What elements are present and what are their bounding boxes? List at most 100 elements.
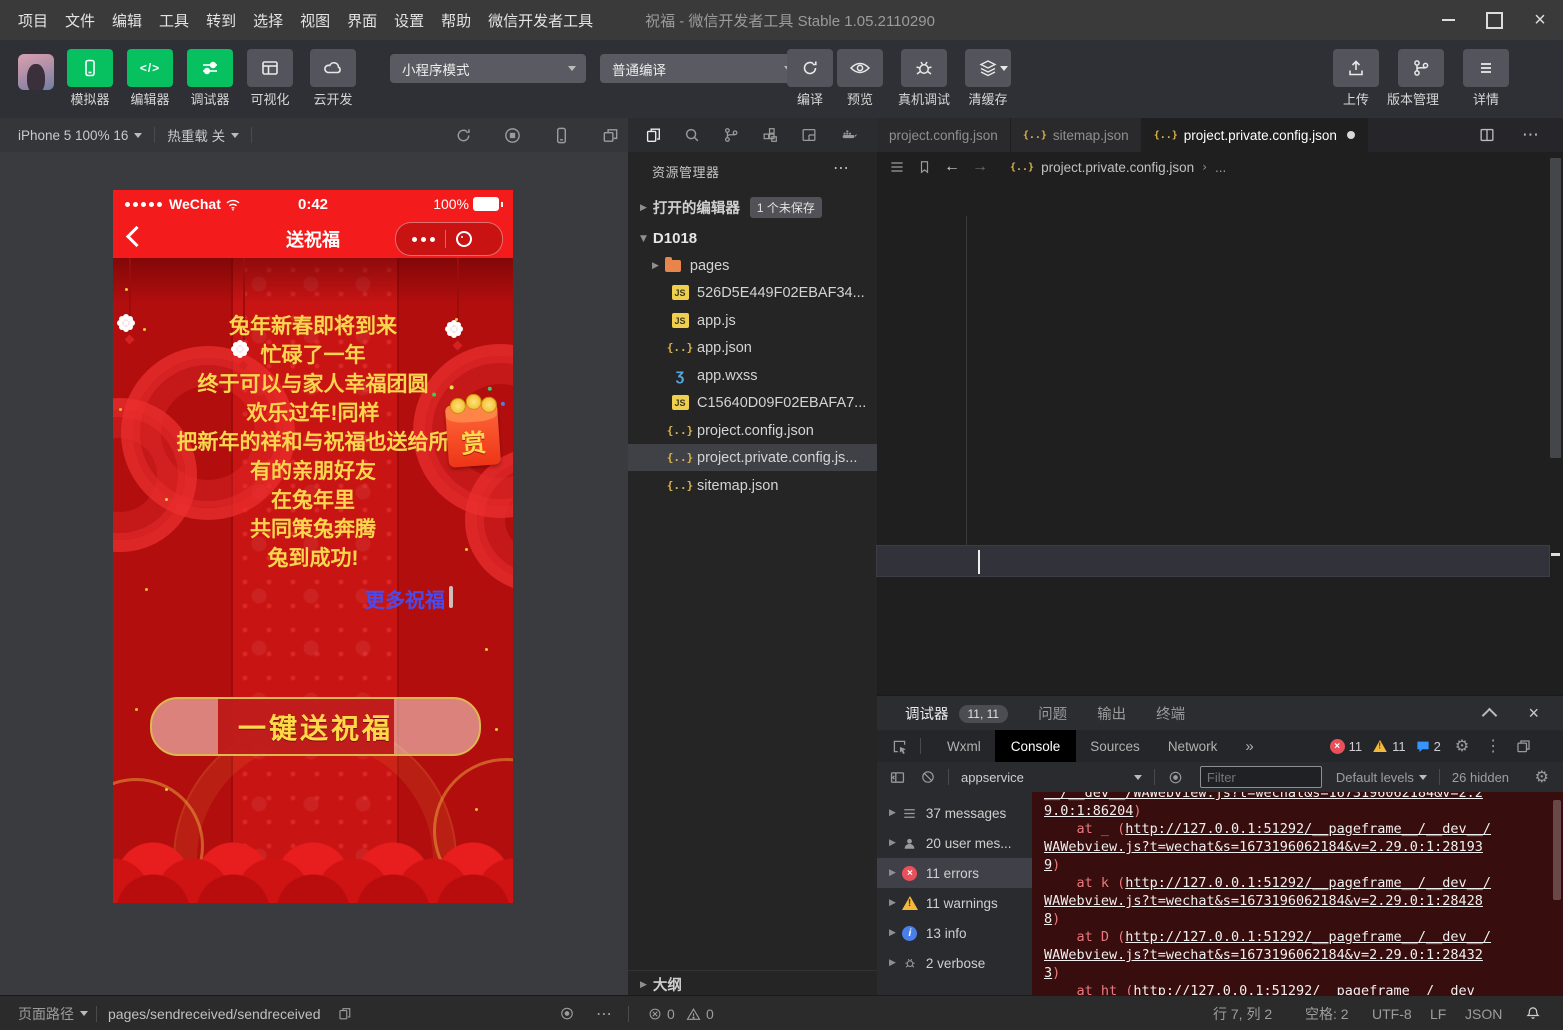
problems-errors[interactable]: 0: [648, 996, 675, 1030]
inspect-icon[interactable]: [891, 738, 908, 755]
search-icon[interactable]: [683, 126, 701, 144]
file-row[interactable]: JS app.js: [628, 307, 877, 334]
stack-link[interactable]: http://127.0.0.1:51292/__pageframe__/__d…: [1133, 983, 1474, 995]
menu-interface[interactable]: 界面: [347, 10, 377, 31]
dock-side-icon[interactable]: [1515, 738, 1532, 755]
devtools-tab-console[interactable]: Console: [995, 730, 1077, 762]
menu-edit[interactable]: 编辑: [112, 10, 142, 31]
file-row[interactable]: {..} app.json: [628, 334, 877, 361]
warning-count[interactable]: 11: [1372, 739, 1406, 754]
copy-icon[interactable]: [337, 996, 352, 1030]
file-row-selected[interactable]: {..} project.private.config.js...: [628, 444, 877, 471]
devtools-tab-wxml[interactable]: Wxml: [947, 739, 981, 754]
clear-cache-button[interactable]: [965, 49, 1011, 87]
stop-icon[interactable]: [503, 126, 522, 145]
tab-project-config[interactable]: project.config.json: [877, 118, 1011, 152]
menu-goto[interactable]: 转到: [206, 10, 236, 31]
phone-simulator[interactable]: WeChat 0:42 100% 送祝福: [113, 190, 513, 903]
stack-link[interactable]: http://127.0.0.1:51292/__pageframe__/__d…: [1125, 875, 1491, 891]
tab-debugger[interactable]: 调试器: [905, 703, 949, 724]
stack-link[interactable]: 3: [1044, 965, 1052, 981]
details-button[interactable]: [1463, 49, 1509, 87]
sidebar-toggle-icon[interactable]: [889, 769, 906, 786]
console-filter-input[interactable]: [1200, 766, 1322, 788]
capsule-menu[interactable]: [395, 222, 503, 256]
hot-reload-toggle[interactable]: 热重载 关: [167, 125, 225, 145]
list-icon[interactable]: [889, 159, 905, 175]
more-actions-icon[interactable]: ⋯: [833, 158, 849, 178]
console-group-messages[interactable]: ▶ 37 messages: [877, 798, 1032, 828]
stack-link[interactable]: http://127.0.0.1:51292/__pageframe__/__d…: [1125, 929, 1491, 945]
collapse-panel-icon[interactable]: [1482, 708, 1498, 724]
files-icon[interactable]: [644, 126, 662, 144]
minimize-button[interactable]: [1425, 0, 1471, 40]
clear-console-icon[interactable]: [920, 769, 936, 785]
close-panel-icon[interactable]: ×: [1528, 703, 1539, 724]
console-group-user[interactable]: ▶ 20 user mes...: [877, 828, 1032, 858]
editor-layout-icon[interactable]: [800, 126, 818, 144]
page-path-value[interactable]: pages/sendreceived/sendreceived: [108, 996, 320, 1030]
problems-warnings[interactable]: 0: [686, 996, 714, 1030]
file-row-pages[interactable]: ▶ pages: [628, 252, 877, 279]
more-dots-icon[interactable]: [412, 237, 435, 242]
menu-help[interactable]: 帮助: [441, 10, 471, 31]
file-row[interactable]: JS C15640D09F02EBAFA7...: [628, 389, 877, 416]
simulator-button[interactable]: [67, 49, 113, 87]
page-path-select[interactable]: 页面路径: [18, 996, 88, 1030]
device-select[interactable]: iPhone 5 100% 16: [18, 128, 128, 143]
menu-tools[interactable]: 工具: [159, 10, 189, 31]
visual-button[interactable]: [247, 49, 293, 87]
breadcrumb-file[interactable]: project.private.config.json: [1041, 160, 1194, 175]
stack-link[interactable]: 9: [1044, 857, 1052, 873]
red-envelope[interactable]: 赏: [445, 402, 501, 467]
more-blessings-link[interactable]: 更多祝福: [365, 584, 445, 613]
compile-button[interactable]: [787, 49, 833, 87]
bookmark-icon[interactable]: [917, 159, 932, 175]
exit-target-icon[interactable]: [456, 231, 472, 247]
mode-select[interactable]: 小程序模式: [390, 54, 586, 83]
gear-icon[interactable]: ⚙: [1455, 736, 1469, 756]
context-select[interactable]: appservice: [961, 770, 1024, 785]
rotate-icon[interactable]: [454, 126, 473, 145]
stack-link[interactable]: 9.0:1:86204: [1044, 803, 1133, 819]
tab-project-private-config[interactable]: {..} project.private.config.json: [1142, 118, 1368, 152]
more-actions-icon[interactable]: ⋯: [1522, 118, 1539, 152]
remote-debug-button[interactable]: [901, 49, 947, 87]
menu-devtools[interactable]: 微信开发者工具: [488, 10, 593, 31]
more-tabs-icon[interactable]: »: [1245, 738, 1253, 755]
live-expression-eye-icon[interactable]: [1167, 770, 1184, 785]
gear-icon[interactable]: ⚙: [1535, 767, 1549, 787]
send-blessing-button[interactable]: 一键送祝福: [150, 697, 481, 756]
error-count[interactable]: ×11: [1330, 739, 1363, 754]
indent-indicator[interactable]: 空格: 2: [1305, 996, 1349, 1030]
open-editors-section[interactable]: ▶ 打开的编辑器 1 个未保存: [628, 194, 877, 221]
encoding-indicator[interactable]: UTF-8: [1372, 996, 1412, 1030]
menu-view[interactable]: 视图: [300, 10, 330, 31]
source-control-icon[interactable]: [722, 126, 740, 144]
extensions-icon[interactable]: [761, 126, 779, 144]
multi-window-icon[interactable]: [601, 126, 620, 145]
menu-file[interactable]: 文件: [65, 10, 95, 31]
file-row[interactable]: {..} project.config.json: [628, 417, 877, 444]
stack-link[interactable]: 8: [1044, 911, 1052, 927]
devtools-tab-sources[interactable]: Sources: [1090, 739, 1140, 754]
cloud-button[interactable]: [310, 49, 356, 87]
tab-terminal[interactable]: 终端: [1156, 703, 1185, 724]
console-group-verbose[interactable]: ▶ 2 verbose: [877, 948, 1032, 978]
eol-indicator[interactable]: LF: [1430, 996, 1446, 1030]
devtools-tab-network[interactable]: Network: [1168, 739, 1218, 754]
version-button[interactable]: [1398, 49, 1444, 87]
menu-project[interactable]: 项目: [18, 10, 48, 31]
more-actions-icon[interactable]: ⋯: [596, 996, 612, 1030]
close-button[interactable]: ×: [1517, 0, 1563, 40]
console-scrollbar[interactable]: [1553, 800, 1561, 900]
file-row[interactable]: {..} sitemap.json: [628, 472, 877, 499]
outline-section[interactable]: ▶ 大纲: [628, 970, 877, 998]
tab-problems[interactable]: 问题: [1038, 703, 1067, 724]
bell-icon[interactable]: [1525, 996, 1541, 1030]
maximize-button[interactable]: [1471, 0, 1517, 40]
forward-arrow-icon[interactable]: →: [972, 158, 988, 176]
stack-link[interactable]: WAWebview.js?t=wechat&s=1673196062184&v=…: [1044, 947, 1483, 963]
file-row[interactable]: ʒ app.wxss: [628, 362, 877, 389]
console-group-info[interactable]: ▶ i 13 info: [877, 918, 1032, 948]
